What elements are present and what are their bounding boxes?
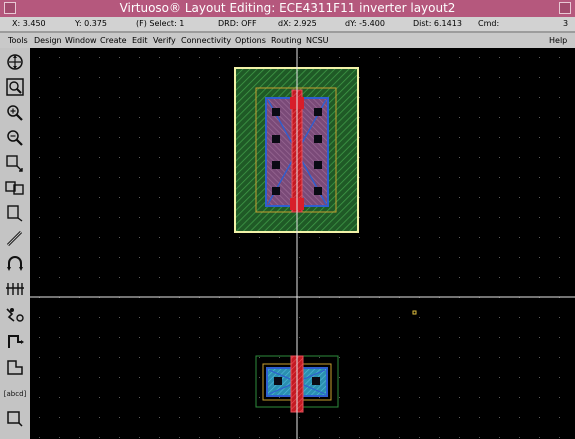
zoom-fit-icon [7,54,23,70]
label-button[interactable]: [abcd] [4,383,26,403]
command-label: Cmd: [478,19,500,28]
window-menu-icon[interactable] [4,2,16,14]
menu-window[interactable]: Window [65,33,97,48]
menu-create[interactable]: Create [100,33,127,48]
stretch-button[interactable] [4,153,26,173]
zoom-out-button[interactable] [4,128,26,148]
contact [274,377,282,385]
delta-x-readout: dX: 2.925 [278,19,317,28]
contact [272,161,280,169]
left-toolbar: [abcd] [0,48,30,439]
menu-design[interactable]: Design [34,33,62,48]
distance-readout: Dist: 6.1413 [413,19,462,28]
cursor-y-readout: Y: 0.375 [75,19,107,28]
delete-icon [6,283,24,295]
menu-bar: Tools Design Window Create Edit Verify C… [0,33,575,48]
zoom-out-icon [7,130,23,146]
label-tool-text: [abcd] [4,390,26,398]
stretch-icon [6,155,23,172]
contact [314,135,322,143]
undo-button[interactable] [4,254,26,274]
property-icon [6,308,24,322]
contact [314,161,322,169]
path-icon [6,230,23,247]
path-button[interactable] [4,228,26,248]
redraw-icon [6,78,24,96]
cursor-x-readout: X: 3.450 [12,19,46,28]
delete-button[interactable] [4,279,26,299]
property-button[interactable] [4,305,26,325]
status-bar: X: 3.450 Y: 0.375 (F) Select: 1 DRD: OFF… [0,17,575,31]
menu-tools[interactable]: Tools [8,33,28,48]
menu-options[interactable]: Options [235,33,266,48]
undo-icon [7,256,23,271]
menu-routing[interactable]: Routing [271,33,302,48]
zoom-in-icon [7,105,23,121]
redraw-button[interactable] [4,77,26,97]
contact [314,108,322,116]
copy-button[interactable] [4,178,26,198]
ruler-icon [8,335,24,348]
contact [272,135,280,143]
menu-help[interactable]: Help [549,33,567,48]
delta-y-readout: dY: -5.400 [345,19,385,28]
polygon-button[interactable] [4,357,26,377]
ruler-button[interactable] [4,331,26,351]
select-count: (F) Select: 1 [136,19,185,28]
contact [272,108,280,116]
copy-icon [5,181,24,195]
menu-connectivity[interactable]: Connectivity [181,33,231,48]
rectangle-icon [7,411,23,427]
layout-drawing [30,48,575,439]
contact [272,187,280,195]
layout-canvas[interactable] [30,48,575,439]
rectangle-button[interactable] [4,408,26,428]
drd-status: DRD: OFF [218,19,257,28]
maximize-icon[interactable] [559,2,571,14]
menu-ncsu[interactable]: NCSU [306,33,329,48]
command-count: 3 [563,19,569,28]
zoom-fit-button[interactable] [4,52,26,72]
polygon-icon [7,360,23,375]
contact [314,187,322,195]
contact [312,377,320,385]
move-button[interactable] [4,203,26,223]
menu-verify[interactable]: Verify [153,33,176,48]
move-icon [7,205,23,222]
zoom-in-button[interactable] [4,103,26,123]
menu-edit[interactable]: Edit [132,33,148,48]
title-bar: Virtuoso® Layout Editing: ECE4311F11 inv… [0,0,575,17]
label-icon: [abcd] [4,390,26,398]
window-title: Virtuoso® Layout Editing: ECE4311F11 inv… [119,1,456,15]
